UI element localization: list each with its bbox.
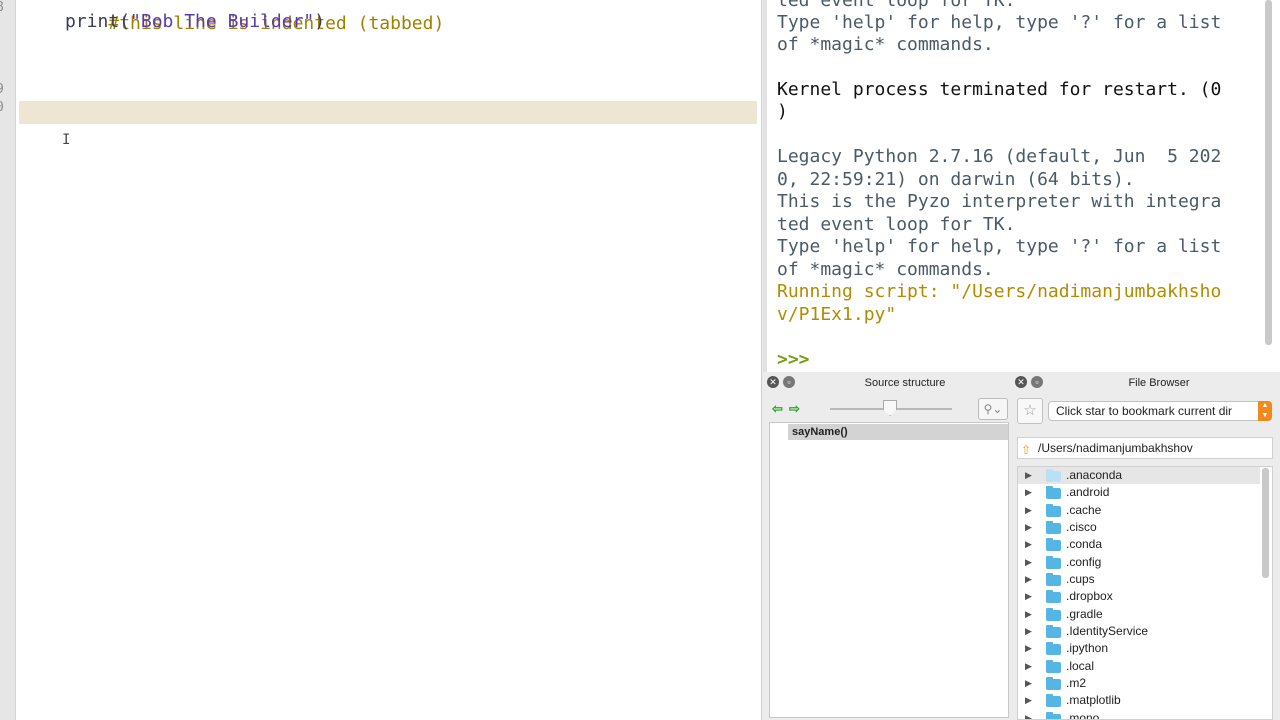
line-number: 8 (0, 0, 4, 15)
bookmark-dropdown-label: Click star to bookmark current dir (1056, 404, 1233, 418)
code-paren-open: ( (119, 11, 131, 32)
structure-item-sayname[interactable]: sayName() (788, 424, 1008, 440)
back-arrow-icon[interactable]: ⇦ (772, 401, 783, 417)
expand-triangle-icon[interactable]: ▶ (1025, 588, 1032, 605)
shell-output-line: Type 'help' for help, type '?' for a lis… (777, 12, 1222, 33)
source-structure-panel: ⇦ ⇨ ⚲⌄ sayName() (766, 392, 1012, 720)
line-number-gutter: 8 9 0 (0, 0, 16, 720)
folder-icon (1046, 608, 1061, 621)
folder-icon (1046, 556, 1061, 569)
python-shell[interactable]: ted event loop for TK. Type 'help' for h… (763, 0, 1280, 372)
list-item[interactable]: ▶ .mono (1018, 710, 1260, 719)
depth-slider-thumb[interactable] (883, 400, 897, 416)
shell-output-line: ted event loop for TK. (777, 0, 1016, 11)
list-item[interactable]: ▶ .conda (1018, 536, 1260, 553)
path-text: /Users/nadimanjumbakhshov (1038, 441, 1193, 455)
folder-icon (1046, 590, 1061, 603)
shell-running-script-line: Running script: "/Users/nadimanjumbakhsh… (777, 281, 1222, 302)
expand-triangle-icon[interactable]: ▶ (1025, 710, 1032, 719)
folder-list[interactable]: ▶ .anaconda ▶ .android ▶ .cache ▶ .cisco ▶ .c… (1017, 466, 1273, 720)
list-item[interactable]: ▶ .IdentityService (1018, 623, 1260, 640)
list-item[interactable]: ▶ .local (1018, 658, 1260, 675)
folder-icon (1046, 469, 1061, 482)
bookmark-dropdown[interactable]: Click star to bookmark current dir ▲ ▼ (1048, 401, 1272, 421)
list-item[interactable]: ▶ .cisco (1018, 519, 1260, 536)
expand-triangle-icon[interactable]: ▶ (1025, 658, 1032, 675)
folder-icon (1046, 642, 1061, 655)
code-paren-close: ) (314, 11, 326, 32)
expand-triangle-icon[interactable]: ▶ (1025, 623, 1032, 640)
list-item[interactable]: ▶ .m2 (1018, 675, 1260, 692)
code-function-name: print (65, 11, 120, 32)
expand-triangle-icon[interactable]: ▶ (1025, 484, 1032, 501)
file-browser-panel: ☆ Click star to bookmark current dir ▲ ▼ … (1014, 392, 1280, 720)
line-number: 0 (0, 100, 4, 115)
source-structure-tree[interactable]: sayName() (769, 422, 1009, 718)
expand-triangle-icon[interactable]: ▶ (1025, 640, 1032, 657)
shell-running-script-line: v/P1Ex1.py" (777, 304, 897, 325)
folder-icon (1046, 486, 1061, 499)
shell-output-line: Kernel process terminated for restart. (… (777, 79, 1222, 100)
filter-icon[interactable]: ⚲⌄ (978, 398, 1008, 420)
expand-triangle-icon[interactable]: ▶ (1025, 554, 1032, 571)
shell-output-line: 0, 22:59:21) on darwin (64 bits). (777, 169, 1135, 190)
shell-output-line: ted event loop for TK. (777, 214, 1016, 235)
list-item[interactable]: ▶ .dropbox (1018, 588, 1260, 605)
file-browser-scrollbar[interactable] (1262, 468, 1269, 578)
folder-icon (1046, 677, 1061, 690)
list-item[interactable]: ▶ .cache (1018, 502, 1260, 519)
shell-output-line: of *magic* commands. (777, 34, 994, 55)
close-icon[interactable]: ✕ (1015, 376, 1027, 388)
star-icon[interactable]: ☆ (1017, 398, 1043, 424)
code-string: "Bob The Builder" (130, 11, 315, 32)
shell-prompt[interactable]: >>> (777, 349, 810, 372)
folder-icon (1046, 712, 1061, 719)
path-input[interactable]: ⇧ /Users/nadimanjumbakhshov (1017, 437, 1273, 459)
current-line-highlight (19, 101, 757, 124)
folder-icon (1046, 573, 1061, 586)
shell-output-line: Legacy Python 2.7.16 (default, Jun 5 202 (777, 146, 1222, 167)
list-item[interactable]: ▶ .anaconda (1018, 467, 1260, 484)
folder-icon (1046, 538, 1061, 551)
text-cursor-icon: I (62, 132, 71, 148)
folder-icon (1046, 504, 1061, 517)
expand-triangle-icon[interactable]: ▶ (1025, 536, 1032, 553)
forward-arrow-icon[interactable]: ⇨ (789, 401, 800, 417)
expand-triangle-icon[interactable]: ▶ (1025, 675, 1032, 692)
undock-icon[interactable]: ▫ (1031, 376, 1043, 388)
shell-output-line: Type 'help' for help, type '?' for a lis… (777, 236, 1222, 257)
folder-icon (1046, 625, 1061, 638)
list-item[interactable]: ▶ .android (1018, 484, 1260, 501)
folder-icon (1046, 521, 1061, 534)
list-item[interactable]: ▶ .ipython (1018, 640, 1260, 657)
expand-triangle-icon[interactable]: ▶ (1025, 692, 1032, 709)
shell-output-line: of *magic* commands. (777, 259, 994, 280)
list-item[interactable]: ▶ .gradle (1018, 606, 1260, 623)
list-item[interactable]: ▶ .matplotlib (1018, 692, 1260, 709)
shell-output-line: ) (777, 101, 788, 122)
chevron-updown-icon[interactable]: ▲ ▼ (1258, 401, 1272, 421)
undock-icon[interactable]: ▫ (783, 376, 795, 388)
shell-output-line: This is the Pyzo interpreter with integr… (777, 191, 1222, 212)
expand-triangle-icon[interactable]: ▶ (1025, 467, 1032, 484)
close-icon[interactable]: ✕ (767, 376, 779, 388)
expand-triangle-icon[interactable]: ▶ (1025, 571, 1032, 588)
expand-triangle-icon[interactable]: ▶ (1025, 606, 1032, 623)
folder-icon (1046, 694, 1061, 707)
line-number: 9 (0, 82, 4, 97)
expand-triangle-icon[interactable]: ▶ (1025, 519, 1032, 536)
list-item[interactable]: ▶ .config (1018, 554, 1260, 571)
code-line-print[interactable]: print("Bob The Builder") (65, 11, 325, 33)
folder-icon (1046, 660, 1061, 673)
code-editor[interactable]: 8 9 0 #this line is indented (tabbed) pr… (0, 0, 762, 720)
source-structure-title: Source structure (864, 377, 946, 389)
file-browser-title: File Browser (1128, 377, 1190, 389)
shell-scrollbar[interactable] (1265, 0, 1272, 345)
folder-up-icon[interactable]: ⇧ (1021, 440, 1031, 460)
list-item[interactable]: ▶ .cups (1018, 571, 1260, 588)
expand-triangle-icon[interactable]: ▶ (1025, 502, 1032, 519)
source-structure-toolbar: ⇦ ⇨ ⚲⌄ (766, 392, 1012, 422)
